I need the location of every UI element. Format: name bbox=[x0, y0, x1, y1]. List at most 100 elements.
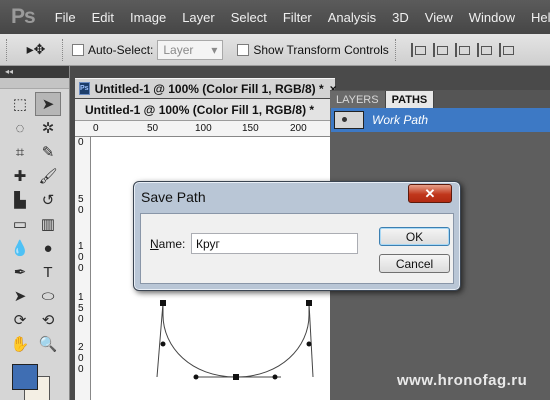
history-brush-tool-icon[interactable]: ↺ bbox=[35, 188, 61, 212]
vertical-ruler[interactable]: 0 5 0 1 0 0 1 5 0 2 0 0 bbox=[75, 137, 91, 400]
document-title[interactable]: Untitled-1 @ 100% (Color Fill 1, RGB/8) … bbox=[95, 82, 324, 96]
auto-select-checkbox[interactable] bbox=[72, 43, 84, 56]
path-list-item[interactable]: Work Path bbox=[331, 108, 550, 132]
chevron-down-icon: ▾ bbox=[211, 42, 218, 57]
move-tool-preset-icon[interactable]: ▸✥ bbox=[16, 41, 56, 58]
control-point[interactable] bbox=[160, 341, 166, 347]
menu-help[interactable]: Help bbox=[523, 10, 550, 25]
lasso-tool-icon[interactable]: ◌ bbox=[7, 116, 33, 140]
save-path-dialog: Save Path ✕ Name: OK Cancel bbox=[133, 181, 461, 291]
dialog-close-button[interactable]: ✕ bbox=[408, 184, 452, 203]
path-name-input[interactable] bbox=[191, 233, 358, 254]
auto-select-value: Layer bbox=[163, 42, 194, 57]
ellipse-tool-icon[interactable]: ⬭ bbox=[35, 284, 61, 308]
dialog-body: Name: OK Cancel bbox=[140, 213, 454, 284]
show-transform-checkbox[interactable] bbox=[237, 43, 250, 56]
menu-edit[interactable]: Edit bbox=[84, 10, 122, 25]
menu-view[interactable]: View bbox=[417, 10, 461, 25]
brush-tool-icon[interactable]: 🖌 bbox=[35, 164, 61, 188]
ruler-h-tick: 100 bbox=[195, 123, 212, 134]
tab-paths[interactable]: PATHS bbox=[385, 91, 435, 108]
ruler-v-tick: 5 0 bbox=[78, 194, 84, 216]
name-label-text: ame: bbox=[158, 237, 186, 251]
crop-tool-icon[interactable]: ⌗ bbox=[7, 140, 33, 164]
eraser-tool-icon[interactable]: ▭ bbox=[7, 212, 33, 236]
ruler-v-tick: 0 bbox=[78, 137, 84, 148]
options-divider bbox=[62, 38, 66, 61]
site-watermark: www.hronofag.ru bbox=[397, 372, 528, 389]
zoom-tool-icon[interactable]: 🔍 bbox=[35, 332, 61, 356]
photoshop-logo: Ps bbox=[11, 5, 36, 28]
anchor-point[interactable] bbox=[233, 374, 239, 380]
name-label-accelerator: N bbox=[150, 237, 159, 251]
healing-brush-tool-icon[interactable]: ✚ bbox=[7, 164, 33, 188]
align-top-icon[interactable] bbox=[476, 42, 493, 57]
menu-select[interactable]: Select bbox=[223, 10, 275, 25]
ruler-v-tick: 2 0 0 bbox=[78, 342, 84, 375]
ruler-h-tick: 150 bbox=[242, 123, 259, 134]
menu-bar: Ps File Edit Image Layer Select Filter A… bbox=[0, 0, 550, 34]
document-tab[interactable]: Untitled-1 @ 100% (Color Fill 1, RGB/8) … bbox=[75, 99, 330, 121]
eyedropper-tool-icon[interactable]: ✎ bbox=[35, 140, 61, 164]
document-tab-bar: Ps Untitled-1 @ 100% (Color Fill 1, RGB/… bbox=[75, 78, 337, 98]
align-left-icon[interactable] bbox=[410, 42, 427, 57]
semicircle-path bbox=[162, 303, 310, 378]
horizontal-ruler[interactable]: 0 50 100 150 200 bbox=[75, 121, 330, 137]
move-tool-icon[interactable]: ➤ bbox=[35, 92, 61, 116]
handle-line bbox=[156, 302, 164, 378]
magic-wand-tool-icon[interactable]: ✲ bbox=[35, 116, 61, 140]
anchor-point[interactable] bbox=[306, 300, 312, 306]
options-divider-2 bbox=[394, 38, 399, 61]
menu-layer[interactable]: Layer bbox=[174, 10, 223, 25]
anchor-point[interactable] bbox=[160, 300, 166, 306]
toolbox-grip[interactable] bbox=[0, 78, 69, 89]
blur-tool-icon[interactable]: 💧 bbox=[7, 236, 33, 260]
menu-3d[interactable]: 3D bbox=[384, 10, 417, 25]
control-point[interactable] bbox=[272, 374, 278, 380]
ruler-v-tick: 1 5 0 bbox=[78, 292, 84, 325]
control-point[interactable] bbox=[306, 341, 312, 347]
auto-select-label: Auto-Select: bbox=[88, 42, 154, 57]
options-bar: ▸✥ Auto-Select: Layer ▾ Show Transform C… bbox=[0, 34, 550, 66]
tab-layers[interactable]: LAYERS bbox=[330, 91, 386, 108]
cancel-button[interactable]: Cancel bbox=[379, 254, 450, 273]
pen-tool-icon[interactable]: ✒ bbox=[7, 260, 33, 284]
name-field-label: Name: bbox=[150, 237, 185, 251]
paint-bucket-tool-icon[interactable]: ▥ bbox=[35, 212, 61, 236]
path-name: Work Path bbox=[372, 113, 429, 127]
toolbox-collapse-icon[interactable]: ◂◂ bbox=[0, 66, 69, 78]
align-right-icon[interactable] bbox=[454, 42, 471, 57]
align-center-icon[interactable] bbox=[432, 42, 449, 57]
align-middle-icon[interactable] bbox=[498, 42, 515, 57]
document-tab-title[interactable]: Untitled-1 @ 100% (Color Fill 1, RGB/8) … bbox=[85, 103, 314, 117]
dialog-title: Save Path bbox=[141, 189, 206, 205]
3d-rotate-tool-icon[interactable]: ⟳ bbox=[7, 308, 33, 332]
hand-tool-icon[interactable]: ✋ bbox=[7, 332, 33, 356]
ruler-v-tick: 1 0 0 bbox=[78, 241, 84, 274]
show-transform-label: Show Transform Controls bbox=[253, 42, 389, 57]
ruler-h-tick: 200 bbox=[290, 123, 307, 134]
handle-line bbox=[308, 302, 314, 378]
menu-analysis[interactable]: Analysis bbox=[320, 10, 384, 25]
photoshop-doc-icon: Ps bbox=[79, 82, 90, 95]
menu-window[interactable]: Window bbox=[461, 10, 523, 25]
toolbox: ◂◂ ⬚ ➤ ◌ ✲ ⌗ ✎ ✚ 🖌 ▙ ↺ ▭ ▥ 💧 ● ✒ T ➤ ⬭ ⟳… bbox=[0, 66, 70, 400]
foreground-color-swatch[interactable] bbox=[12, 364, 38, 390]
menu-file[interactable]: File bbox=[47, 10, 84, 25]
path-thumbnail bbox=[334, 111, 364, 129]
clone-stamp-tool-icon[interactable]: ▙ bbox=[7, 188, 33, 212]
marquee-tool-icon[interactable]: ⬚ bbox=[7, 92, 33, 116]
path-selection-tool-icon[interactable]: ➤ bbox=[7, 284, 33, 308]
menu-filter[interactable]: Filter bbox=[275, 10, 320, 25]
close-icon: ✕ bbox=[424, 185, 436, 201]
ok-button[interactable]: OK bbox=[379, 227, 450, 246]
options-grip[interactable] bbox=[6, 38, 10, 61]
3d-orbit-tool-icon[interactable]: ⟲ bbox=[35, 308, 61, 332]
dodge-tool-icon[interactable]: ● bbox=[35, 236, 61, 260]
control-point[interactable] bbox=[193, 374, 199, 380]
type-tool-icon[interactable]: T bbox=[35, 260, 61, 284]
panel-tabs: LAYERS PATHS bbox=[330, 90, 550, 108]
ruler-h-tick: 0 bbox=[93, 123, 99, 134]
auto-select-dropdown[interactable]: Layer ▾ bbox=[157, 39, 224, 60]
menu-image[interactable]: Image bbox=[122, 10, 174, 25]
